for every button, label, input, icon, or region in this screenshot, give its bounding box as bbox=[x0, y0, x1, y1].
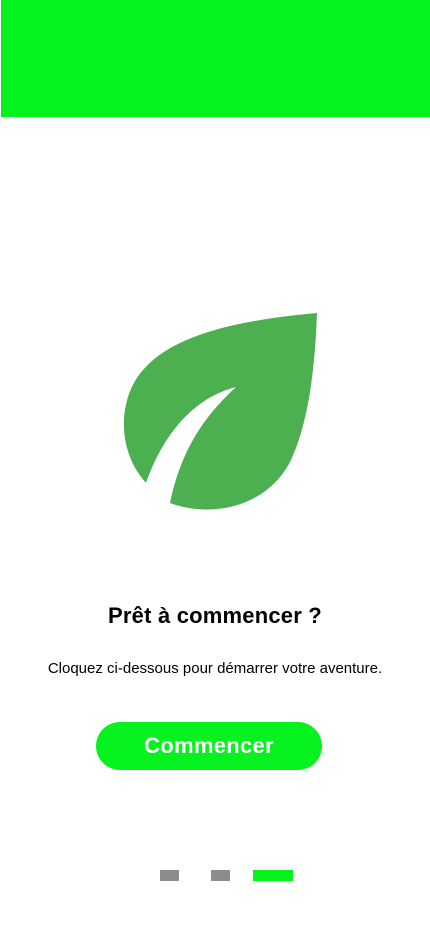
page-subtitle: Cloquez ci-dessous pour démarrer votre a… bbox=[47, 660, 383, 677]
page-indicator bbox=[160, 870, 293, 881]
page-dot-2[interactable] bbox=[211, 870, 230, 881]
page-title: Prêt à commencer ? bbox=[108, 603, 322, 628]
page-dot-3-active[interactable] bbox=[253, 870, 293, 881]
page-dot-1[interactable] bbox=[160, 870, 179, 881]
top-banner bbox=[1, 0, 430, 117]
leaf-icon bbox=[118, 310, 322, 514]
start-button[interactable]: Commencer bbox=[96, 722, 322, 770]
